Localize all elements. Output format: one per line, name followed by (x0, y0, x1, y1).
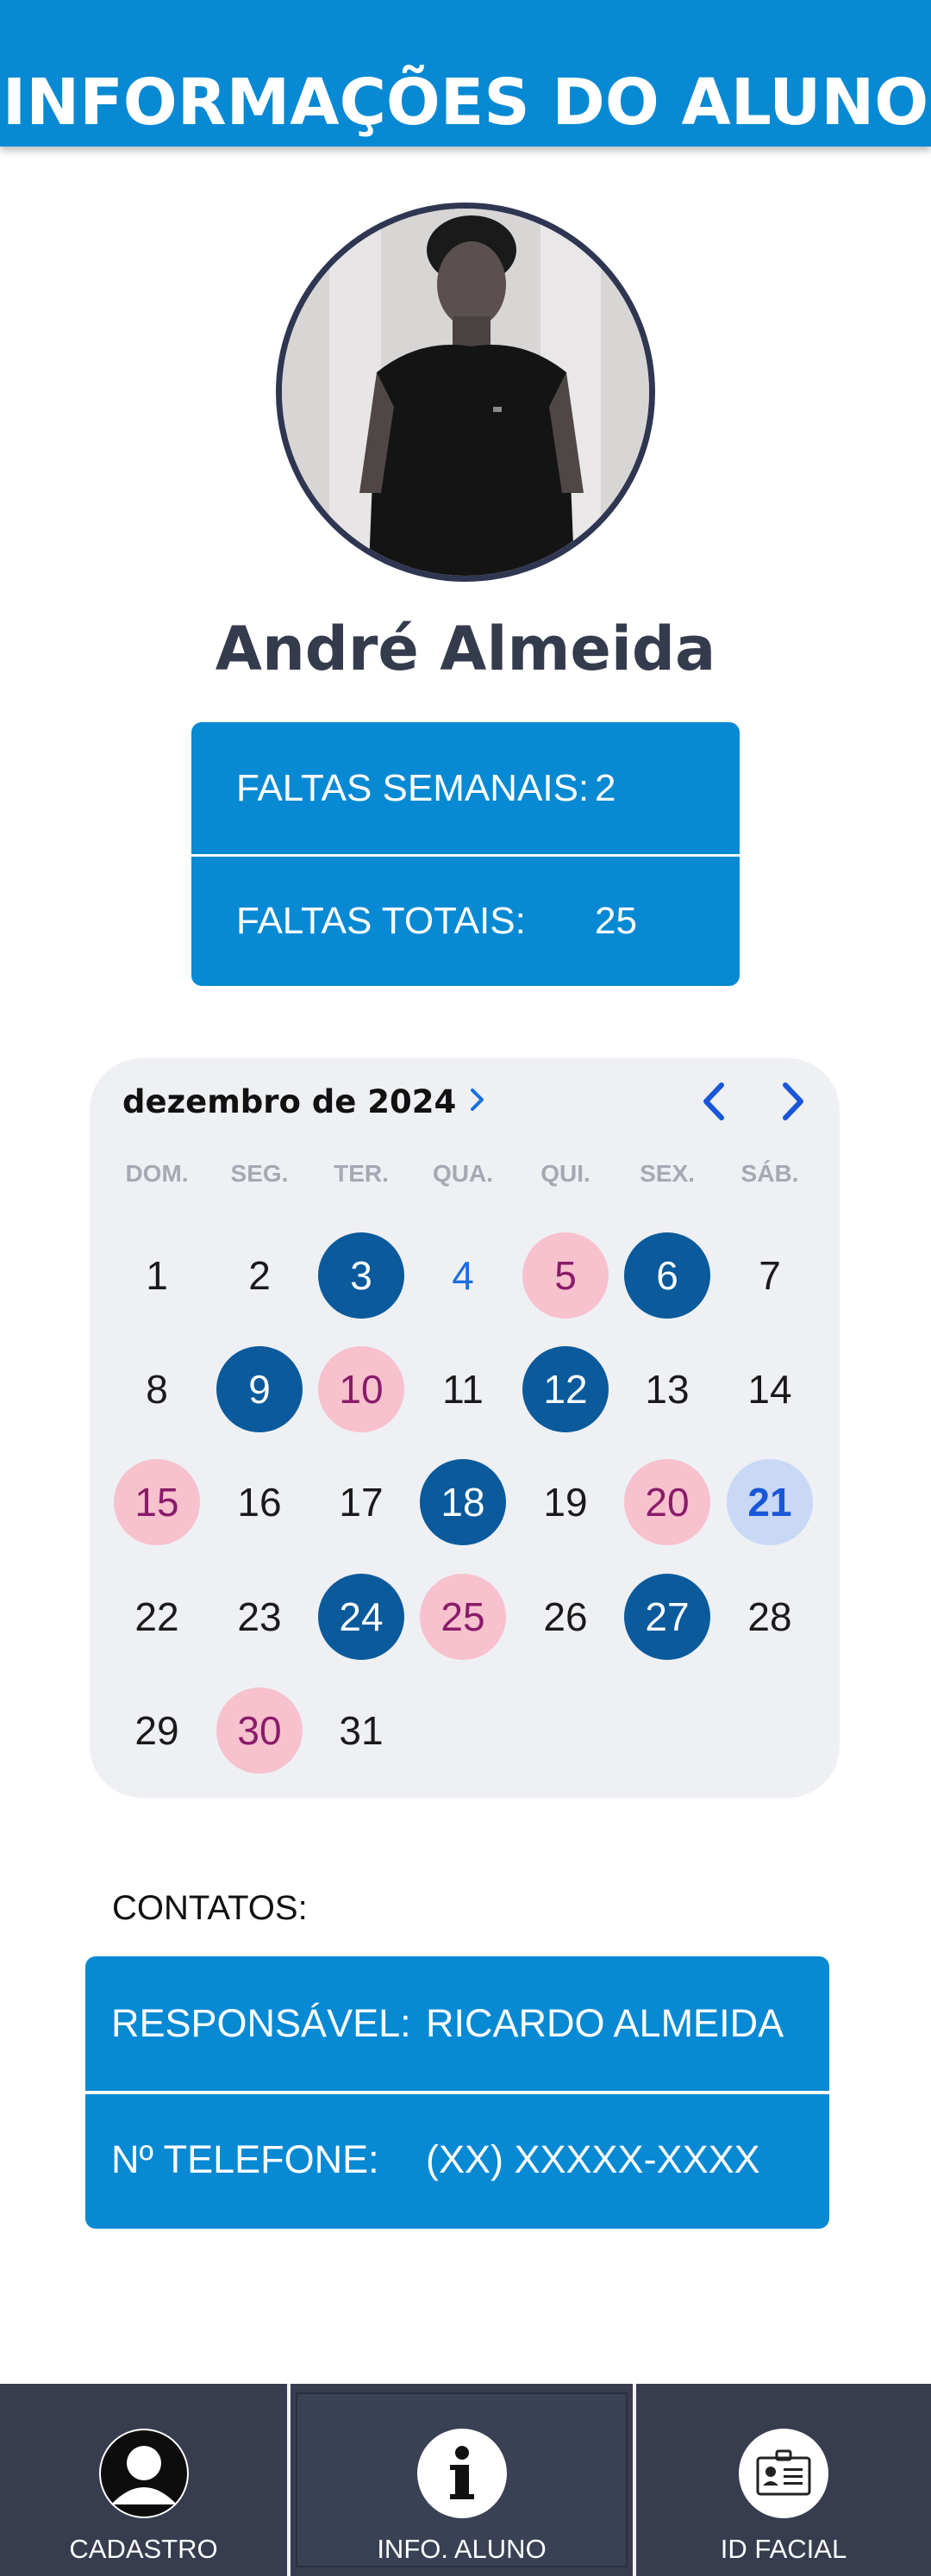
total-absences-value: 25 (595, 900, 637, 942)
person-photo-icon (282, 209, 649, 576)
calendar-day[interactable]: 1 (114, 1232, 200, 1319)
calendar-day[interactable]: 5 (522, 1232, 609, 1319)
calendar-day[interactable]: 14 (727, 1346, 813, 1432)
calendar-day[interactable]: 10 (318, 1346, 404, 1432)
calendar-day[interactable]: 22 (114, 1574, 200, 1660)
nav-register[interactable]: CADASTRO (0, 2384, 287, 2576)
attendance-calendar: dezembro de 2024 DOM. SEG. TER. QUA. QUI. SEX… (90, 1058, 840, 1798)
weekday-label: QUA. (433, 1160, 493, 1187)
guardian-value: RICARDO ALMEIDA (426, 2001, 784, 2045)
weekday-label: SÁB. (740, 1160, 799, 1187)
calendar-day[interactable]: 30 (216, 1687, 303, 1774)
nav-facial-id[interactable]: ID FACIAL (636, 2384, 931, 2576)
nav-register-label: CADASTRO (69, 2534, 218, 2564)
month-selector[interactable]: dezembro de 2024 (122, 1082, 487, 1120)
contacts-heading: CONTATOS: (112, 1889, 308, 1927)
weekly-absences-label: FALTAS SEMANAIS: (236, 766, 590, 809)
id-card-icon (739, 2429, 828, 2518)
info-icon (416, 2429, 507, 2518)
calendar-day[interactable]: 25 (420, 1574, 506, 1660)
month-label: dezembro de 2024 (122, 1082, 457, 1120)
nav-student-info[interactable]: INFO. ALUNO (287, 2384, 636, 2576)
chevron-right-icon (783, 1082, 803, 1120)
calendar-day[interactable]: 12 (522, 1346, 609, 1432)
phone-label: Nº TELEFONE: (111, 2137, 379, 2181)
calendar-day[interactable]: 16 (216, 1459, 303, 1545)
total-absences-label: FALTAS TOTAIS: (236, 900, 526, 942)
weekly-absences-value: 2 (595, 766, 616, 809)
weekly-absences-row: FALTAS SEMANAIS: 2 (191, 722, 740, 854)
calendar-day[interactable]: 26 (522, 1574, 609, 1660)
nav-student-info-label: INFO. ALUNO (377, 2534, 547, 2564)
guardian-label: RESPONSÁVEL: (111, 2001, 411, 2045)
weekday-label: SEG. (230, 1160, 289, 1187)
calendar-day[interactable]: 13 (624, 1346, 710, 1432)
bottom-navigation: CADASTRO INFO. ALUNO ID FACIAL (0, 2384, 931, 2576)
calendar-day[interactable]: 11 (420, 1346, 506, 1432)
student-name: André Almeida (215, 614, 716, 684)
calendar-day[interactable]: 18 (420, 1459, 506, 1545)
calendar-day[interactable]: 27 (624, 1574, 710, 1660)
calendar-day[interactable]: 3 (318, 1232, 404, 1319)
absences-panel: FALTAS SEMANAIS: 2 FALTAS TOTAIS: 25 (191, 722, 740, 986)
weekday-label: TER. (334, 1160, 389, 1187)
calendar-day[interactable]: 31 (318, 1687, 404, 1774)
calendar-day[interactable]: 8 (114, 1346, 200, 1432)
calendar-day[interactable]: 20 (624, 1459, 710, 1545)
calendar-day[interactable]: 7 (727, 1232, 813, 1319)
calendar-day[interactable]: 9 (216, 1346, 303, 1432)
weekday-label: QUI. (540, 1160, 590, 1187)
previous-month-button[interactable] (688, 1076, 740, 1127)
phone-row: Nº TELEFONE: (XX) XXXXX-XXXX (85, 2091, 829, 2225)
chevron-left-icon (703, 1082, 724, 1120)
calendar-day[interactable]: 17 (318, 1459, 404, 1545)
calendar-day[interactable]: 15 (114, 1459, 200, 1545)
app-header: INFORMAÇÕES DO ALUNO (0, 0, 931, 147)
user-icon (98, 2429, 189, 2518)
calendar-day[interactable]: 23 (216, 1574, 303, 1660)
contacts-panel: RESPONSÁVEL: RICARDO ALMEIDA Nº TELEFONE… (85, 1956, 829, 2229)
page-title: INFORMAÇÕES DO ALUNO (2, 65, 929, 140)
calendar-day[interactable]: 4 (420, 1232, 506, 1319)
calendar-day[interactable]: 6 (624, 1232, 710, 1319)
phone-value[interactable]: (XX) XXXXX-XXXX (426, 2137, 760, 2182)
chevron-right-icon (468, 1082, 487, 1120)
calendar-day[interactable]: 19 (522, 1459, 609, 1545)
guardian-row: RESPONSÁVEL: RICARDO ALMEIDA (85, 1956, 829, 2091)
weekday-label: SEX. (640, 1160, 695, 1187)
next-month-button[interactable] (767, 1076, 819, 1127)
calendar-day[interactable]: 2 (216, 1232, 303, 1319)
nav-facial-id-label: ID FACIAL (720, 2534, 847, 2564)
student-photo (276, 203, 655, 582)
calendar-day[interactable]: 24 (318, 1574, 404, 1660)
weekday-label: DOM. (125, 1160, 189, 1187)
calendar-day[interactable]: 21 (727, 1459, 813, 1545)
total-absences-row: FALTAS TOTAIS: 25 (191, 854, 740, 986)
calendar-day[interactable]: 29 (114, 1687, 200, 1774)
calendar-day[interactable]: 28 (727, 1574, 813, 1660)
